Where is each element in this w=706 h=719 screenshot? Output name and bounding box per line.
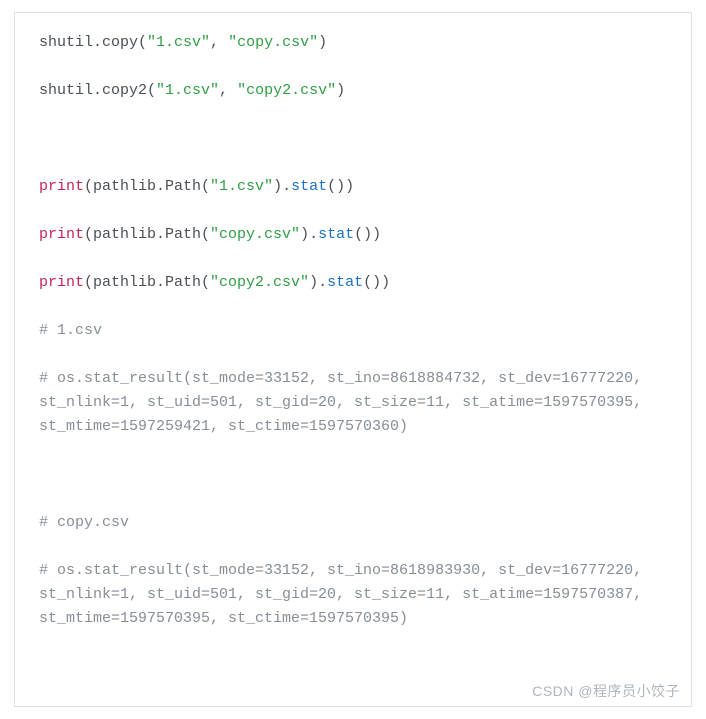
code-token: , xyxy=(219,82,237,99)
code-token: ). xyxy=(273,178,291,195)
code-function: print xyxy=(39,274,84,291)
code-line-print3: print(pathlib.Path("copy2.csv").stat()) xyxy=(39,271,667,295)
code-token: shutil.copy( xyxy=(39,34,147,51)
code-token: ()) xyxy=(354,226,381,243)
code-string: "copy.csv" xyxy=(210,226,300,243)
code-function: print xyxy=(39,226,84,243)
code-string: "1.csv" xyxy=(147,34,210,51)
code-line-copy2: shutil.copy2("1.csv", "copy2.csv") xyxy=(39,79,667,103)
code-token: ()) xyxy=(327,178,354,195)
code-string: "copy2.csv" xyxy=(237,82,336,99)
code-method: stat xyxy=(318,226,354,243)
code-token: ). xyxy=(309,274,327,291)
code-line-print1: print(pathlib.Path("1.csv").stat()) xyxy=(39,175,667,199)
code-comment: # os.stat_result(st_mode=33152, st_ino=8… xyxy=(39,559,667,631)
code-token: , xyxy=(210,34,228,51)
comment-text: # copy.csv xyxy=(39,514,129,531)
blank-line xyxy=(39,199,667,223)
code-token: (pathlib.Path( xyxy=(84,226,210,243)
code-token: shutil.copy2( xyxy=(39,82,156,99)
code-line-print2: print(pathlib.Path("copy.csv").stat()) xyxy=(39,223,667,247)
blank-line xyxy=(39,535,667,559)
code-token: (pathlib.Path( xyxy=(84,274,210,291)
blank-line xyxy=(39,343,667,367)
code-token: (pathlib.Path( xyxy=(84,178,210,195)
code-method: stat xyxy=(291,178,327,195)
code-function: print xyxy=(39,178,84,195)
code-comment: # os.stat_result(st_mode=33152, st_ino=8… xyxy=(39,367,667,439)
blank-line xyxy=(39,247,667,271)
blank-line xyxy=(39,103,667,151)
code-comment: # 1.csv xyxy=(39,319,667,343)
code-string: "copy.csv" xyxy=(228,34,318,51)
code-token: ) xyxy=(336,82,345,99)
code-line-copy: shutil.copy("1.csv", "copy.csv") xyxy=(39,31,667,55)
comment-text: # os.stat_result(st_mode=33152, st_ino=8… xyxy=(39,370,651,435)
code-string: "copy2.csv" xyxy=(210,274,309,291)
code-string: "1.csv" xyxy=(210,178,273,195)
code-token: ). xyxy=(300,226,318,243)
code-string: "1.csv" xyxy=(156,82,219,99)
watermark-text: CSDN @程序员小饺子 xyxy=(532,681,680,701)
code-method: stat xyxy=(327,274,363,291)
comment-text: # os.stat_result(st_mode=33152, st_ino=8… xyxy=(39,562,651,627)
comment-text: # 1.csv xyxy=(39,322,102,339)
blank-line xyxy=(39,439,667,487)
code-token: ()) xyxy=(363,274,390,291)
code-token: ) xyxy=(318,34,327,51)
blank-line xyxy=(39,295,667,319)
code-block: shutil.copy("1.csv", "copy.csv") shutil.… xyxy=(14,12,692,707)
blank-line xyxy=(39,487,667,511)
code-comment: # copy.csv xyxy=(39,511,667,535)
blank-line xyxy=(39,151,667,175)
blank-line xyxy=(39,55,667,79)
